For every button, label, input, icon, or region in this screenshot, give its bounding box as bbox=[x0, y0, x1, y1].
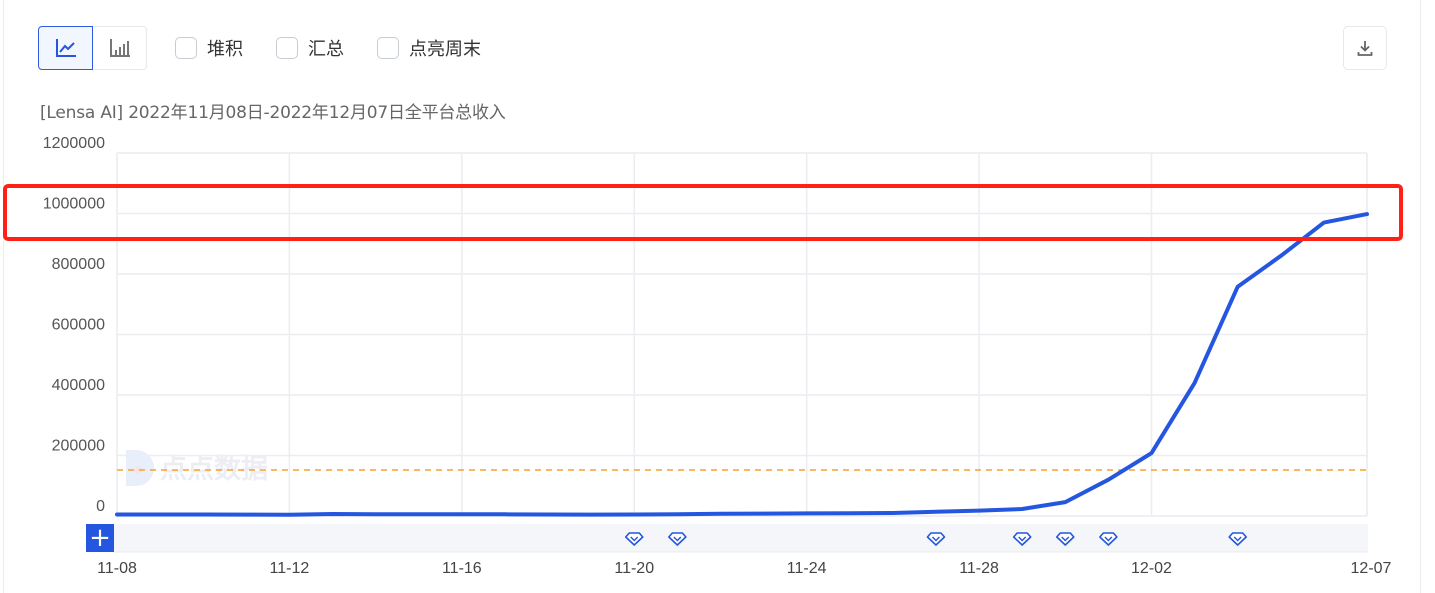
x-tick-label: 11-16 bbox=[442, 560, 482, 577]
x-tick-label: 11-08 bbox=[97, 560, 137, 577]
x-tick-label: 11-28 bbox=[959, 560, 999, 577]
event-band-background[interactable] bbox=[114, 524, 1368, 552]
y-tick-label: 1000000 bbox=[43, 196, 105, 213]
x-tick-label: 12-02 bbox=[1131, 560, 1172, 577]
x-axis: 11-08 11-12 11-16 11-20 11-24 11-28 12-02 12-07 bbox=[97, 560, 1391, 577]
add-event-button[interactable]: + bbox=[86, 524, 114, 552]
y-tick-label: 600000 bbox=[52, 317, 105, 334]
y-tick-label: 400000 bbox=[52, 377, 105, 394]
y-tick-label: 0 bbox=[96, 498, 105, 515]
x-tick-label: 11-24 bbox=[787, 560, 827, 577]
line-chart: 020000040000060000080000010000001200000 … bbox=[43, 135, 1392, 577]
x-tick-label: 12-07 bbox=[1351, 560, 1392, 577]
y-tick-label: 1200000 bbox=[43, 135, 105, 152]
x-tick-label: 11-20 bbox=[614, 560, 654, 577]
y-tick-label: 200000 bbox=[52, 438, 105, 455]
x-tick-label: 11-12 bbox=[270, 560, 310, 577]
y-axis: 0 200000 400000 600000 800000 1000000 1200000 bbox=[43, 135, 105, 515]
series bbox=[115, 212, 1369, 517]
watermark: 点点数据 bbox=[126, 450, 268, 486]
grid bbox=[116, 152, 1368, 517]
y-tick-label: 800000 bbox=[52, 256, 105, 273]
event-band[interactable] bbox=[114, 524, 1368, 553]
